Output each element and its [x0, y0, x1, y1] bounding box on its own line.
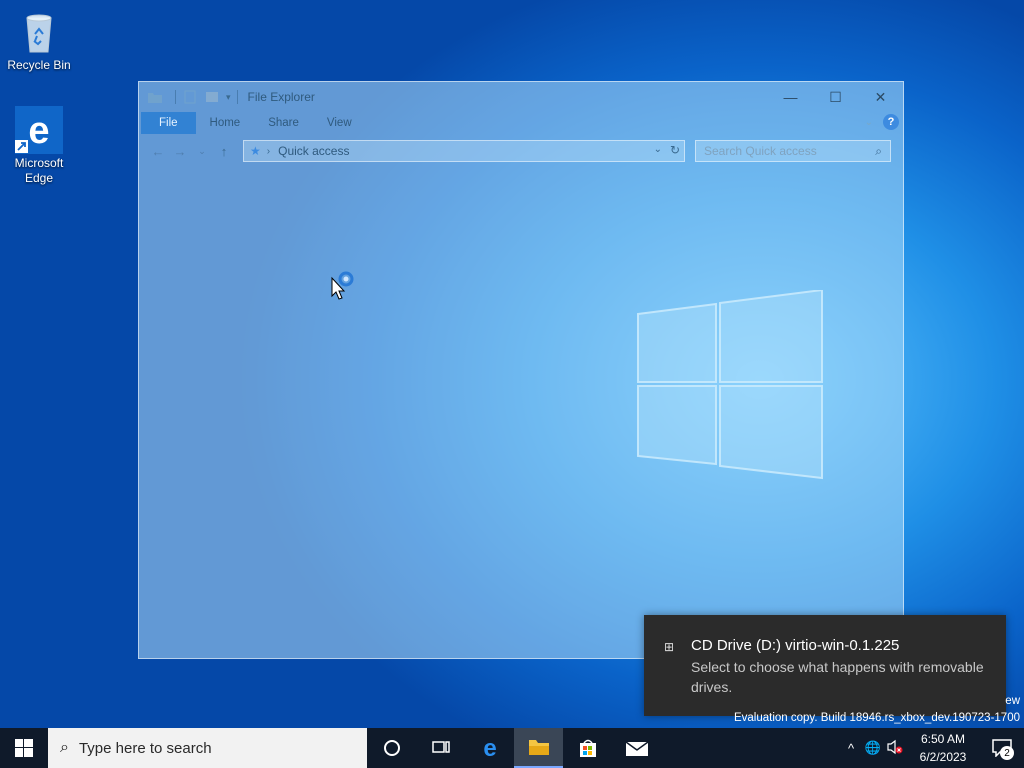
title-bar[interactable]: ▾ File Explorer — ☐ ✕: [139, 82, 903, 112]
recycle-bin-label: Recycle Bin: [7, 58, 71, 72]
clock-time: 6:50 AM: [920, 732, 966, 746]
busy-cursor-icon: [331, 271, 354, 300]
taskbar-search-box[interactable]: ⌕ Type here to search: [48, 728, 367, 768]
svg-text:e: e: [483, 737, 496, 759]
taskbar-search-placeholder: Type here to search: [78, 739, 212, 757]
cd-drive-icon: ⊞: [664, 640, 675, 654]
properties-icon[interactable]: [182, 90, 198, 104]
window-title: File Explorer: [247, 90, 315, 104]
cortana-button[interactable]: [367, 728, 416, 768]
folder-icon: [148, 93, 162, 103]
tab-view[interactable]: View: [313, 112, 366, 134]
desktop-icon-recycle-bin[interactable]: Recycle Bin: [3, 8, 75, 73]
tab-file[interactable]: File: [141, 112, 196, 134]
network-globe-icon[interactable]: 🌐: [862, 740, 884, 756]
taskbar-edge-button[interactable]: e: [465, 728, 514, 768]
task-view-button[interactable]: [416, 728, 465, 768]
notification-toast[interactable]: ⊞ CD Drive (D:) virtio-win-0.1.225 Selec…: [644, 615, 1006, 716]
taskbar-file-explorer-button[interactable]: [514, 728, 563, 768]
help-icon[interactable]: ?: [883, 114, 899, 130]
quick-access-star-icon: ★: [250, 144, 261, 158]
separator: [236, 90, 238, 104]
taskbar-mail-button[interactable]: [612, 728, 661, 768]
separator: [175, 90, 176, 104]
ribbon-tabs: File Home Share View ⌄ ?: [139, 112, 903, 134]
watermark-partial: ew: [1005, 695, 1020, 707]
chevron-down-icon[interactable]: ⌄: [654, 144, 662, 155]
taskbar: ⌕ Type here to search e ^ 🌐 6:50 AM 6/2/…: [0, 728, 1024, 768]
new-folder-icon[interactable]: [204, 90, 220, 104]
chevron-right-icon[interactable]: ›: [267, 146, 270, 157]
mail-icon: [625, 741, 648, 756]
windows-icon: [15, 739, 33, 757]
svg-text:e: e: [28, 110, 49, 152]
navigation-bar: ← → ⌄ ↑ ★ › Quick access ⌄ ↻ Search Quic…: [139, 134, 903, 168]
desktop-icon-edge[interactable]: e Microsoft Edge: [3, 106, 75, 186]
show-hidden-icons-icon[interactable]: ^: [840, 741, 862, 756]
system-tray: ^ 🌐 6:50 AM 6/2/2023 2: [840, 728, 1024, 768]
back-icon[interactable]: ←: [147, 144, 169, 159]
toast-body: Select to choose what happens with remov…: [691, 659, 984, 695]
up-icon[interactable]: ↑: [213, 144, 235, 159]
expand-ribbon-icon[interactable]: ⌄: [865, 117, 873, 128]
edge-icon: e: [15, 106, 63, 154]
toast-title: CD Drive (D:) virtio-win-0.1.225: [691, 637, 900, 654]
recent-locations-icon[interactable]: ⌄: [191, 146, 213, 157]
search-icon: ⌕: [875, 144, 882, 158]
task-view-icon: [431, 741, 450, 753]
recycle-bin-icon: [15, 8, 63, 56]
search-placeholder: Search Quick access: [704, 144, 817, 158]
tab-share[interactable]: Share: [254, 112, 313, 134]
store-icon: [579, 739, 596, 757]
volume-muted-icon[interactable]: [884, 739, 906, 758]
edge-label: Microsoft Edge: [14, 156, 64, 185]
search-input[interactable]: Search Quick access ⌕: [695, 140, 891, 162]
minimize-button[interactable]: —: [768, 82, 813, 112]
address-text: Quick access: [278, 144, 350, 158]
address-bar[interactable]: ★ › Quick access ⌄ ↻: [243, 140, 685, 162]
search-icon: ⌕: [60, 739, 69, 756]
circle-icon: [383, 740, 400, 756]
folder-icon: [528, 740, 549, 755]
clock-date: 6/2/2023: [919, 750, 967, 764]
start-button[interactable]: [0, 728, 48, 768]
action-center-button[interactable]: 2: [980, 728, 1024, 768]
file-explorer-window[interactable]: ▾ File Explorer — ☐ ✕ File Home Share Vi…: [138, 81, 904, 659]
maximize-button[interactable]: ☐: [813, 82, 858, 112]
taskbar-store-button[interactable]: [563, 728, 612, 768]
refresh-icon[interactable]: ↻: [670, 143, 680, 157]
edge-icon: e: [483, 737, 496, 759]
forward-icon[interactable]: →: [169, 144, 191, 159]
close-button[interactable]: ✕: [858, 82, 903, 112]
build-watermark: Evaluation copy. Build 18946.rs_xbox_dev…: [733, 712, 1020, 724]
clock[interactable]: 6:50 AM 6/2/2023: [906, 730, 980, 766]
customize-quick-access-icon[interactable]: ▾: [226, 92, 231, 103]
tab-home[interactable]: Home: [196, 112, 255, 134]
notification-count-badge: 2: [1000, 746, 1014, 760]
